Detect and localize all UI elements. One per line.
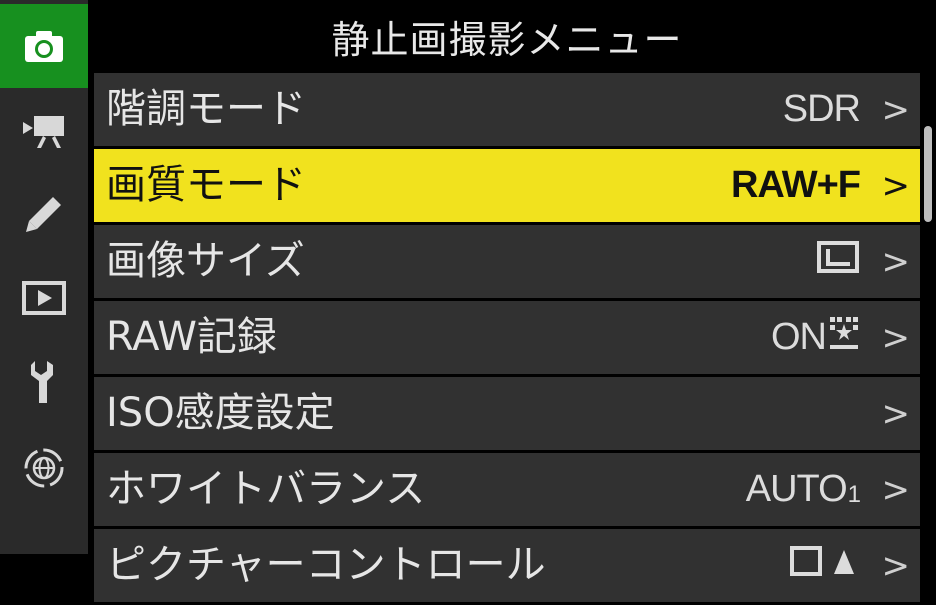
image-size-large-icon — [816, 240, 860, 284]
menu-item-value: RAW+F — [730, 164, 861, 206]
menu-item-label: ホワイトバランス — [106, 466, 426, 512]
menu-list: 階調モード SDR > 画質モード RAW+F > 画像サイズ > RAW記録 … — [94, 73, 920, 605]
chevron-right-icon: > — [881, 317, 911, 358]
menu-item-raw-recording[interactable]: RAW記録 ON > — [94, 301, 920, 374]
menu-item-value: AUTO 1 — [745, 468, 861, 510]
playback-icon — [21, 280, 67, 316]
camera-icon — [23, 28, 65, 64]
menu-item-value: ON — [771, 301, 860, 374]
chevron-right-icon: > — [881, 393, 911, 434]
movie-camera-icon — [21, 110, 67, 150]
menu-item-label: 階調モード — [106, 86, 306, 132]
menu-item-value — [790, 529, 860, 602]
menu-tab-column — [0, 0, 88, 554]
menu-item-image-size[interactable]: 画像サイズ > — [94, 225, 920, 298]
chevron-right-icon: > — [881, 89, 911, 130]
menu-title: 静止画撮影メニュー — [331, 17, 683, 62]
tab-movie-recording[interactable] — [0, 88, 88, 172]
chevron-right-icon: > — [881, 241, 911, 282]
menu-item-label: ピクチャーコントロール — [106, 542, 546, 588]
menu-item-image-quality[interactable]: 画質モード RAW+F > — [94, 149, 920, 222]
menu-item-label: 画質モード — [106, 162, 306, 208]
tab-photo-shooting[interactable] — [0, 4, 88, 88]
menu-item-label: RAW記録 — [106, 314, 277, 360]
network-globe-icon — [21, 445, 67, 491]
menu-scrollbar-thumb[interactable] — [924, 126, 932, 222]
menu-item-value: SDR — [782, 88, 861, 130]
menu-item-picture-control[interactable]: ピクチャーコントロール > — [94, 529, 920, 602]
raw-compression-icon — [828, 315, 860, 361]
menu-item-tone-mode[interactable]: 階調モード SDR > — [94, 73, 920, 146]
tab-custom-settings[interactable] — [0, 172, 88, 256]
menu-item-label: ISO感度設定 — [106, 390, 335, 436]
menu-item-iso-settings[interactable]: ISO感度設定 > — [94, 377, 920, 450]
menu-item-white-balance[interactable]: ホワイトバランス AUTO 1 > — [94, 453, 920, 526]
chevron-right-icon: > — [881, 165, 911, 206]
picture-control-icon — [790, 544, 860, 588]
tab-network[interactable] — [0, 426, 88, 510]
tab-setup[interactable] — [0, 340, 88, 424]
menu-item-label: 画像サイズ — [106, 238, 305, 284]
tab-playback[interactable] — [0, 256, 88, 340]
menu-item-value — [816, 225, 860, 298]
chevron-right-icon: > — [881, 545, 911, 586]
pencil-icon — [23, 193, 65, 235]
wrench-icon — [29, 359, 59, 405]
chevron-right-icon: > — [881, 469, 911, 510]
